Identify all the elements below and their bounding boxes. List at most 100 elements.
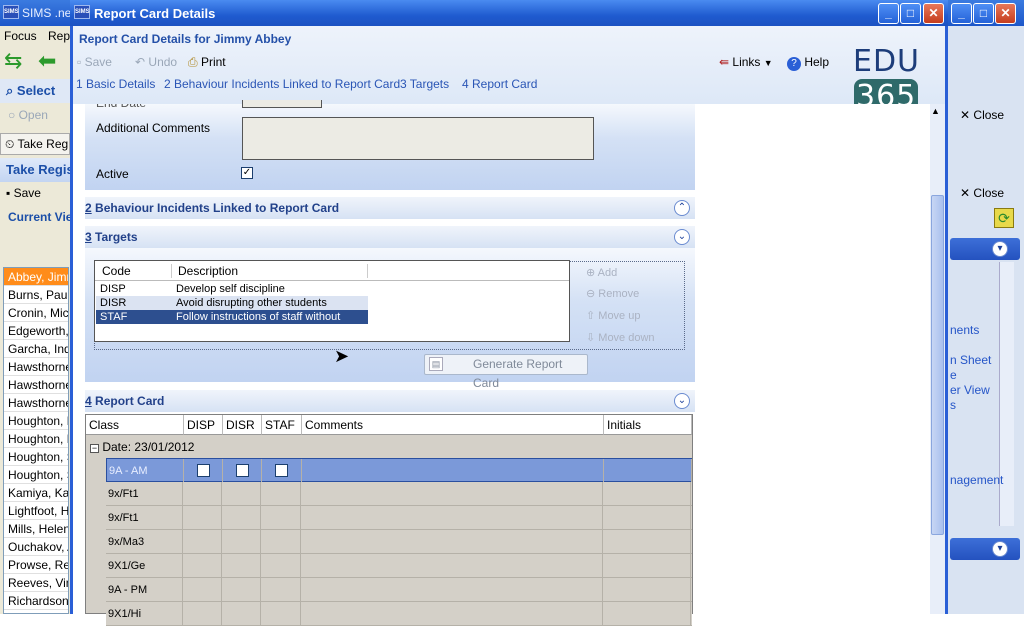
pupil-list-item[interactable]: Houghton, H [4,412,68,430]
right-close-button-1[interactable]: ✕ Close [960,108,1004,122]
pupil-list-item[interactable]: Prowse, Reg [4,556,68,574]
step-link-report-card[interactable]: 4 Report Card [462,77,537,91]
target-cell[interactable] [261,530,301,554]
report-card-row[interactable]: 9x/Ma3 [106,530,692,554]
section-report-card-header[interactable]: 4 Report Card [85,390,695,412]
scroll-up-icon[interactable]: ▲ [931,106,940,116]
chevron-down-icon[interactable]: ▾ [992,241,1008,257]
pupil-list-item[interactable]: Kamiya, Kad [4,484,68,502]
target-cell[interactable] [261,578,301,602]
target-cell[interactable] [183,506,222,530]
nav-forward-icon[interactable]: ⬅ [38,50,66,72]
comments-cell[interactable] [301,578,603,602]
take-register-button[interactable]: ⏲ Take Reg [0,133,70,155]
target-checkbox[interactable] [197,464,210,477]
pupil-list-item[interactable]: Mills, Helen [4,520,68,538]
column-header-initials[interactable]: Initials [604,415,692,435]
report-card-row[interactable]: 9x/Ft1 [106,506,692,530]
comments-cell[interactable] [301,602,603,626]
report-card-row[interactable]: 9A - AM [106,458,692,483]
step-link-targets[interactable]: 3 Targets [400,77,449,91]
target-cell[interactable] [222,530,261,554]
right-link-1[interactable]: nents [950,323,979,337]
pupil-list-item[interactable]: Garcha, Inde [4,340,68,358]
chevron-down-icon[interactable]: ⌄ [674,393,690,409]
pupil-list-item[interactable]: Lightfoot, Ha [4,502,68,520]
report-card-row[interactable]: 9x/Ft1 [106,482,692,506]
report-card-row[interactable]: 9X1/Ge [106,554,692,578]
right-link-4[interactable]: er View [950,383,990,397]
column-header-class[interactable]: Class [86,415,184,435]
target-cell[interactable] [222,554,261,578]
right-close-button-2[interactable]: ✕ Close [960,186,1004,200]
background-close-button[interactable]: ✕ [995,3,1016,24]
comments-cell[interactable] [301,482,603,506]
maximize-button[interactable]: □ [900,3,921,24]
targets-table[interactable]: Code Description DISP Develop self discip… [94,260,570,342]
target-checkbox[interactable] [275,464,288,477]
target-cell[interactable] [183,578,222,602]
target-row[interactable]: DISR Avoid disrupting other students [96,296,368,310]
comments-cell[interactable] [301,506,603,530]
save-button[interactable]: ▫ Save [77,55,112,69]
initials-cell[interactable] [603,578,691,602]
target-cell[interactable] [222,506,261,530]
target-checkbox[interactable] [236,464,249,477]
help-button[interactable]: ? Help [787,55,829,71]
pupil-list-item[interactable]: Houghton, R [4,430,68,448]
minimize-button[interactable]: _ [878,3,899,24]
target-cell[interactable] [262,459,302,483]
target-row[interactable]: DISP Develop self discipline [96,282,368,296]
target-row[interactable]: STAF Follow instructions of staff without… [96,310,368,337]
step-link-basic-details[interactable]: 1 Basic Details [76,77,155,91]
menu-reports[interactable]: Rep [48,29,70,43]
column-header-code[interactable]: Code [102,264,131,278]
report-card-row[interactable]: 9A - PM [106,578,692,602]
target-cell[interactable] [183,602,222,626]
chevron-down-icon[interactable]: ▾ [992,541,1008,557]
target-cell[interactable] [183,554,222,578]
right-link-2[interactable]: n Sheet [950,353,991,367]
undo-button[interactable]: ↶ Undo [135,55,177,69]
additional-comments-field[interactable] [242,117,594,160]
end-date-field[interactable] [242,100,322,108]
scrollbar-thumb[interactable] [931,195,944,535]
comments-cell[interactable] [302,459,604,483]
chevron-down-icon[interactable]: ⌄ [674,229,690,245]
chevron-up-icon[interactable]: ⌃ [674,200,690,216]
print-button[interactable]: ⎙ Print [188,55,226,70]
background-minimize-button[interactable]: _ [951,3,972,24]
pupil-list-item[interactable]: Burns, Paul [4,286,68,304]
nav-back-icon[interactable]: ⇆ [4,50,32,72]
column-header-description[interactable]: Description [171,264,238,278]
move-up-button[interactable]: ⇧ Move up [586,309,640,322]
pupil-list-item[interactable]: Hawsthorne [4,358,68,376]
right-link-3[interactable]: e [950,368,957,382]
target-cell[interactable] [223,459,262,483]
collapse-icon[interactable]: − [90,444,99,453]
add-target-button[interactable]: ⊕ Add [586,266,617,279]
target-cell[interactable] [222,602,261,626]
column-header-disp[interactable]: DISP [184,415,223,435]
active-checkbox[interactable]: ✓ [241,167,253,179]
initials-cell[interactable] [603,554,691,578]
background-maximize-button[interactable]: □ [973,3,994,24]
pupil-list-item[interactable]: Houghton, S [4,466,68,484]
pupil-list-item[interactable]: Richardson, [4,592,68,610]
pupil-list-item[interactable]: Reeves, Vin [4,574,68,592]
comments-cell[interactable] [301,530,603,554]
open-button[interactable]: ○ Open [0,108,70,122]
target-cell[interactable] [222,482,261,506]
initials-cell[interactable] [603,602,691,626]
links-button[interactable]: ⇚ Links ▼ [719,55,773,69]
target-cell[interactable] [183,530,222,554]
column-header-disr[interactable]: DISR [223,415,262,435]
background-save-button[interactable]: ▪ Save [0,186,70,200]
generate-report-card-button[interactable]: ▤ Generate Report Card [424,354,588,390]
menu-focus[interactable]: Focus [4,29,37,43]
pupil-list-item[interactable]: Edgeworth, I [4,322,68,340]
target-cell[interactable] [184,459,223,483]
pupil-list-item[interactable]: Hawsthorne [4,394,68,412]
pupil-list-item[interactable]: Abbey, Jimm [4,268,68,286]
move-down-button[interactable]: ⇩ Move down [586,331,655,344]
